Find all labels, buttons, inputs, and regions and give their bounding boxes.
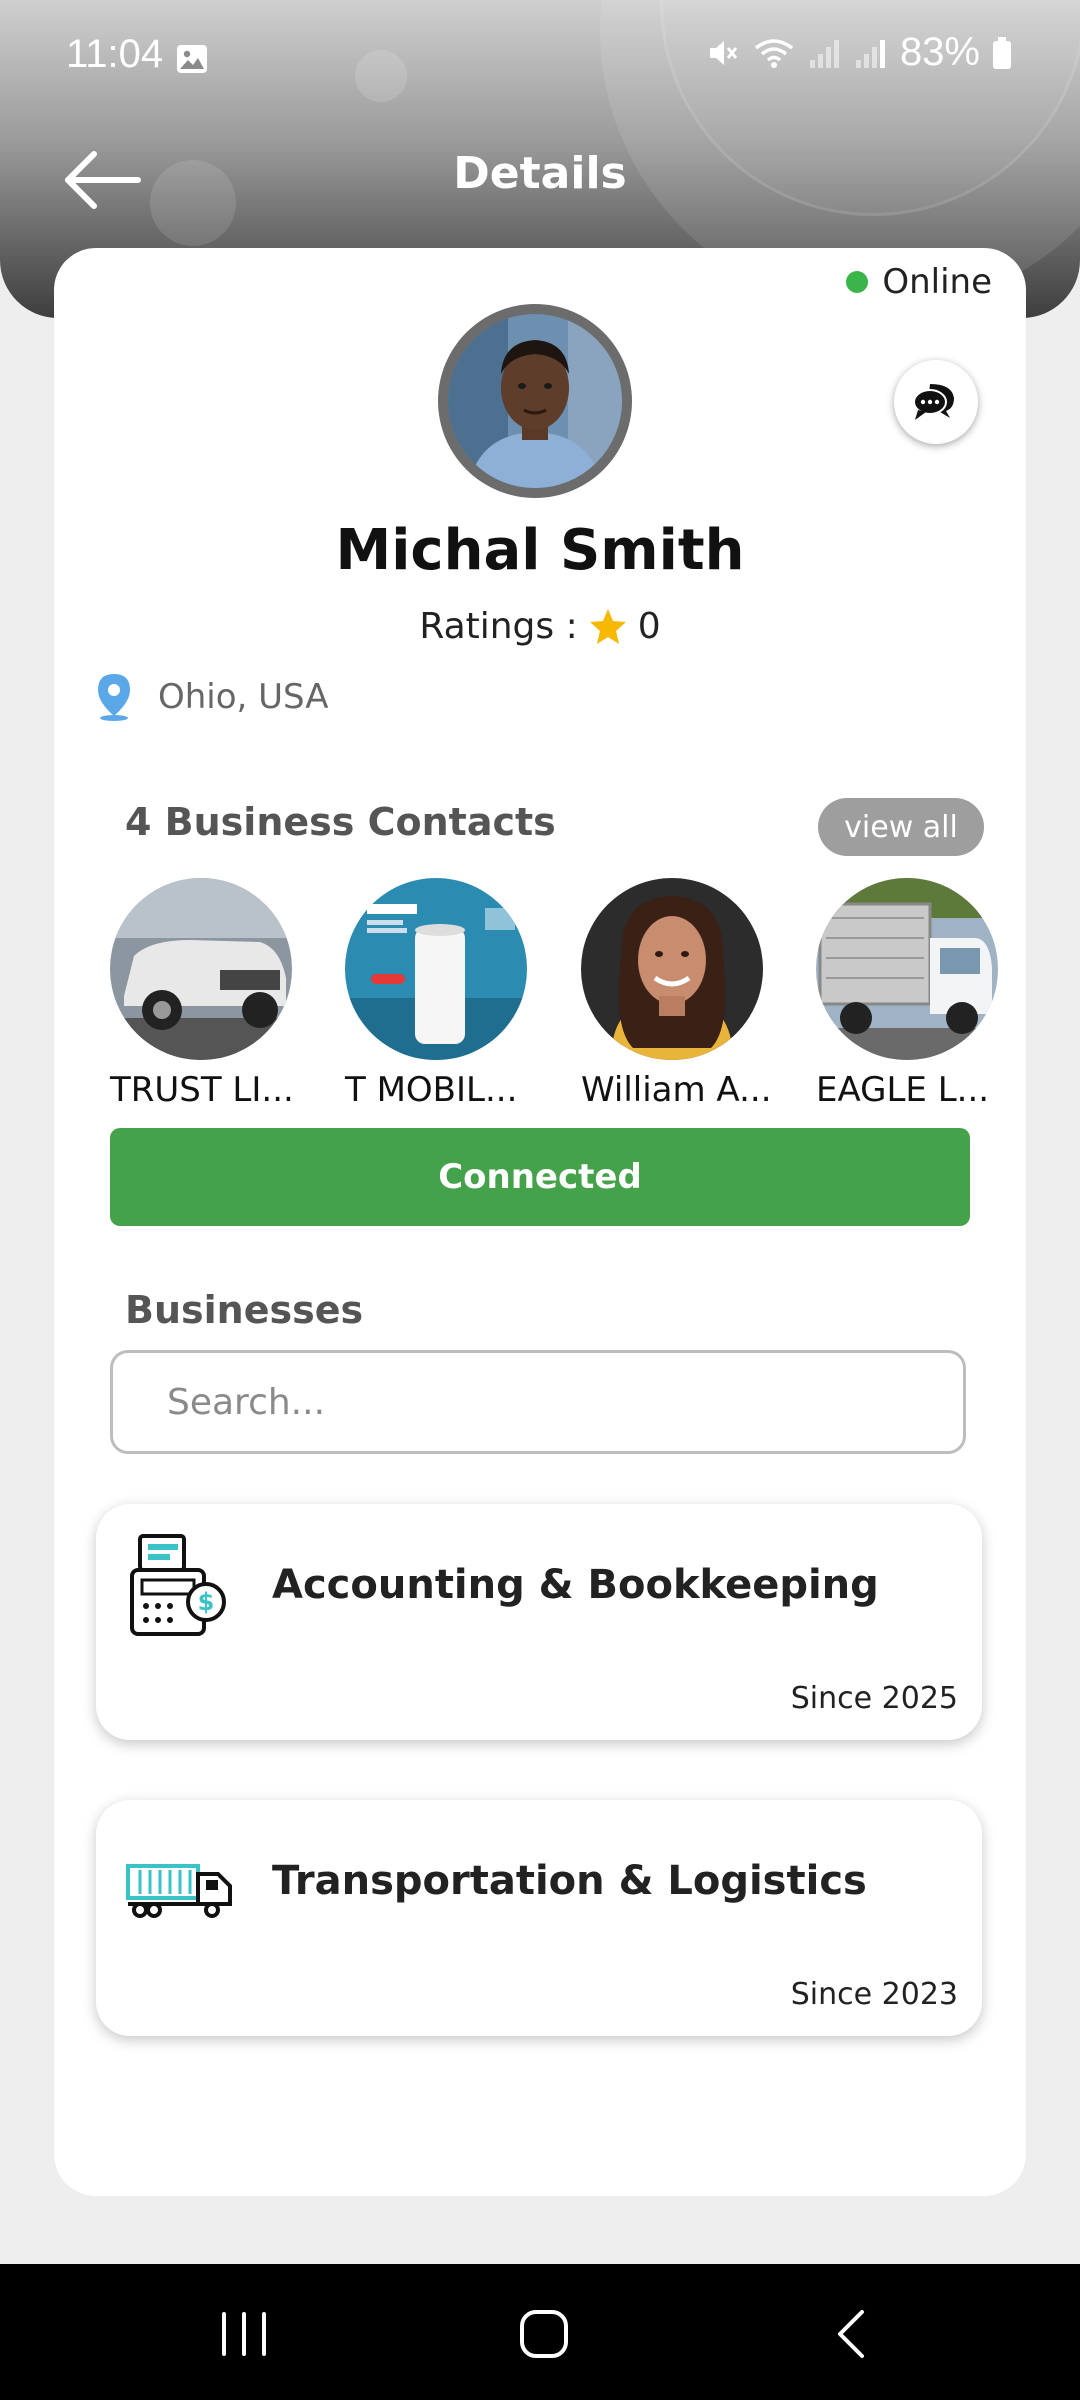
business-card[interactable]: $ Accounting & Bookkeeping Since 2025 bbox=[96, 1504, 982, 1740]
mute-icon bbox=[709, 40, 738, 65]
contact-avatar bbox=[110, 878, 292, 1060]
truck-icon bbox=[126, 1864, 232, 1918]
profile-card: Online Michal Smith Ratings: 0 Ohio, US… bbox=[54, 248, 1026, 2196]
contact-name: EAGLE L... bbox=[816, 1070, 990, 1110]
chat-button[interactable] bbox=[894, 360, 978, 444]
businesses-title: Businesses bbox=[125, 1288, 364, 1332]
status-bar: 11:04 83% bbox=[0, 0, 1080, 118]
contact-avatar bbox=[816, 878, 998, 1060]
home-icon[interactable] bbox=[514, 2304, 574, 2364]
business-name: Accounting & Bookkeeping bbox=[272, 1562, 879, 1608]
gallery-icon bbox=[177, 45, 207, 73]
battery-percent: 83% bbox=[899, 30, 980, 74]
status-time: 11:04 bbox=[66, 32, 164, 76]
status-icons: 83% bbox=[706, 30, 1012, 75]
connected-button[interactable]: Connected bbox=[110, 1128, 970, 1226]
signal-icon bbox=[809, 39, 839, 68]
page-title: Details bbox=[453, 148, 627, 199]
signal-icon bbox=[855, 39, 885, 68]
svg-text:$: $ bbox=[198, 1588, 215, 1616]
location-text: Ohio, USA bbox=[158, 677, 329, 717]
contact-name: T MOBIL... bbox=[345, 1070, 518, 1110]
ratings: Ratings : 0 bbox=[54, 606, 1026, 647]
online-status: Online bbox=[846, 262, 992, 302]
online-status-label: Online bbox=[882, 262, 992, 302]
ratings-label: Ratings : bbox=[419, 606, 578, 647]
system-nav-bar bbox=[0, 2264, 1080, 2400]
business-card[interactable]: Transportation & Logistics Since 2023 bbox=[96, 1800, 982, 2036]
star-icon bbox=[589, 608, 626, 644]
business-name: Transportation & Logistics bbox=[272, 1858, 867, 1904]
contact-item[interactable]: T MOBIL... bbox=[345, 878, 545, 1110]
location-pin-icon bbox=[98, 674, 130, 721]
avatar-photo bbox=[448, 314, 622, 488]
location: Ohio, USA bbox=[94, 672, 329, 722]
rating-value: 0 bbox=[637, 606, 661, 647]
contact-avatar bbox=[581, 878, 763, 1060]
contacts-list: TRUST LI... T MOBIL... William A... EAGL… bbox=[110, 878, 1010, 1110]
business-since: Since 2023 bbox=[790, 1977, 958, 2012]
contacts-title: 4 Business Contacts bbox=[125, 800, 556, 844]
accounting-icon: $ bbox=[130, 1534, 226, 1636]
contact-item[interactable]: TRUST LI... bbox=[110, 878, 310, 1110]
wifi-icon bbox=[754, 38, 794, 68]
online-dot-icon bbox=[846, 271, 869, 293]
chat-bubbles-icon bbox=[913, 384, 954, 420]
contact-name: William A... bbox=[581, 1070, 772, 1110]
profile-name: Michal Smith bbox=[335, 518, 745, 583]
battery-icon bbox=[993, 36, 1011, 69]
search-input[interactable]: Search... bbox=[110, 1350, 966, 1454]
business-since: Since 2025 bbox=[790, 1681, 958, 1716]
contact-avatar bbox=[345, 878, 527, 1060]
contact-item[interactable]: William A... bbox=[581, 878, 781, 1110]
back-nav-icon[interactable] bbox=[826, 2304, 876, 2364]
view-all-button[interactable]: view all bbox=[818, 798, 984, 856]
contact-item[interactable]: EAGLE L... bbox=[816, 878, 1016, 1110]
recent-apps-icon[interactable] bbox=[216, 2304, 272, 2364]
avatar bbox=[438, 304, 632, 498]
contact-name: TRUST LI... bbox=[110, 1070, 294, 1110]
